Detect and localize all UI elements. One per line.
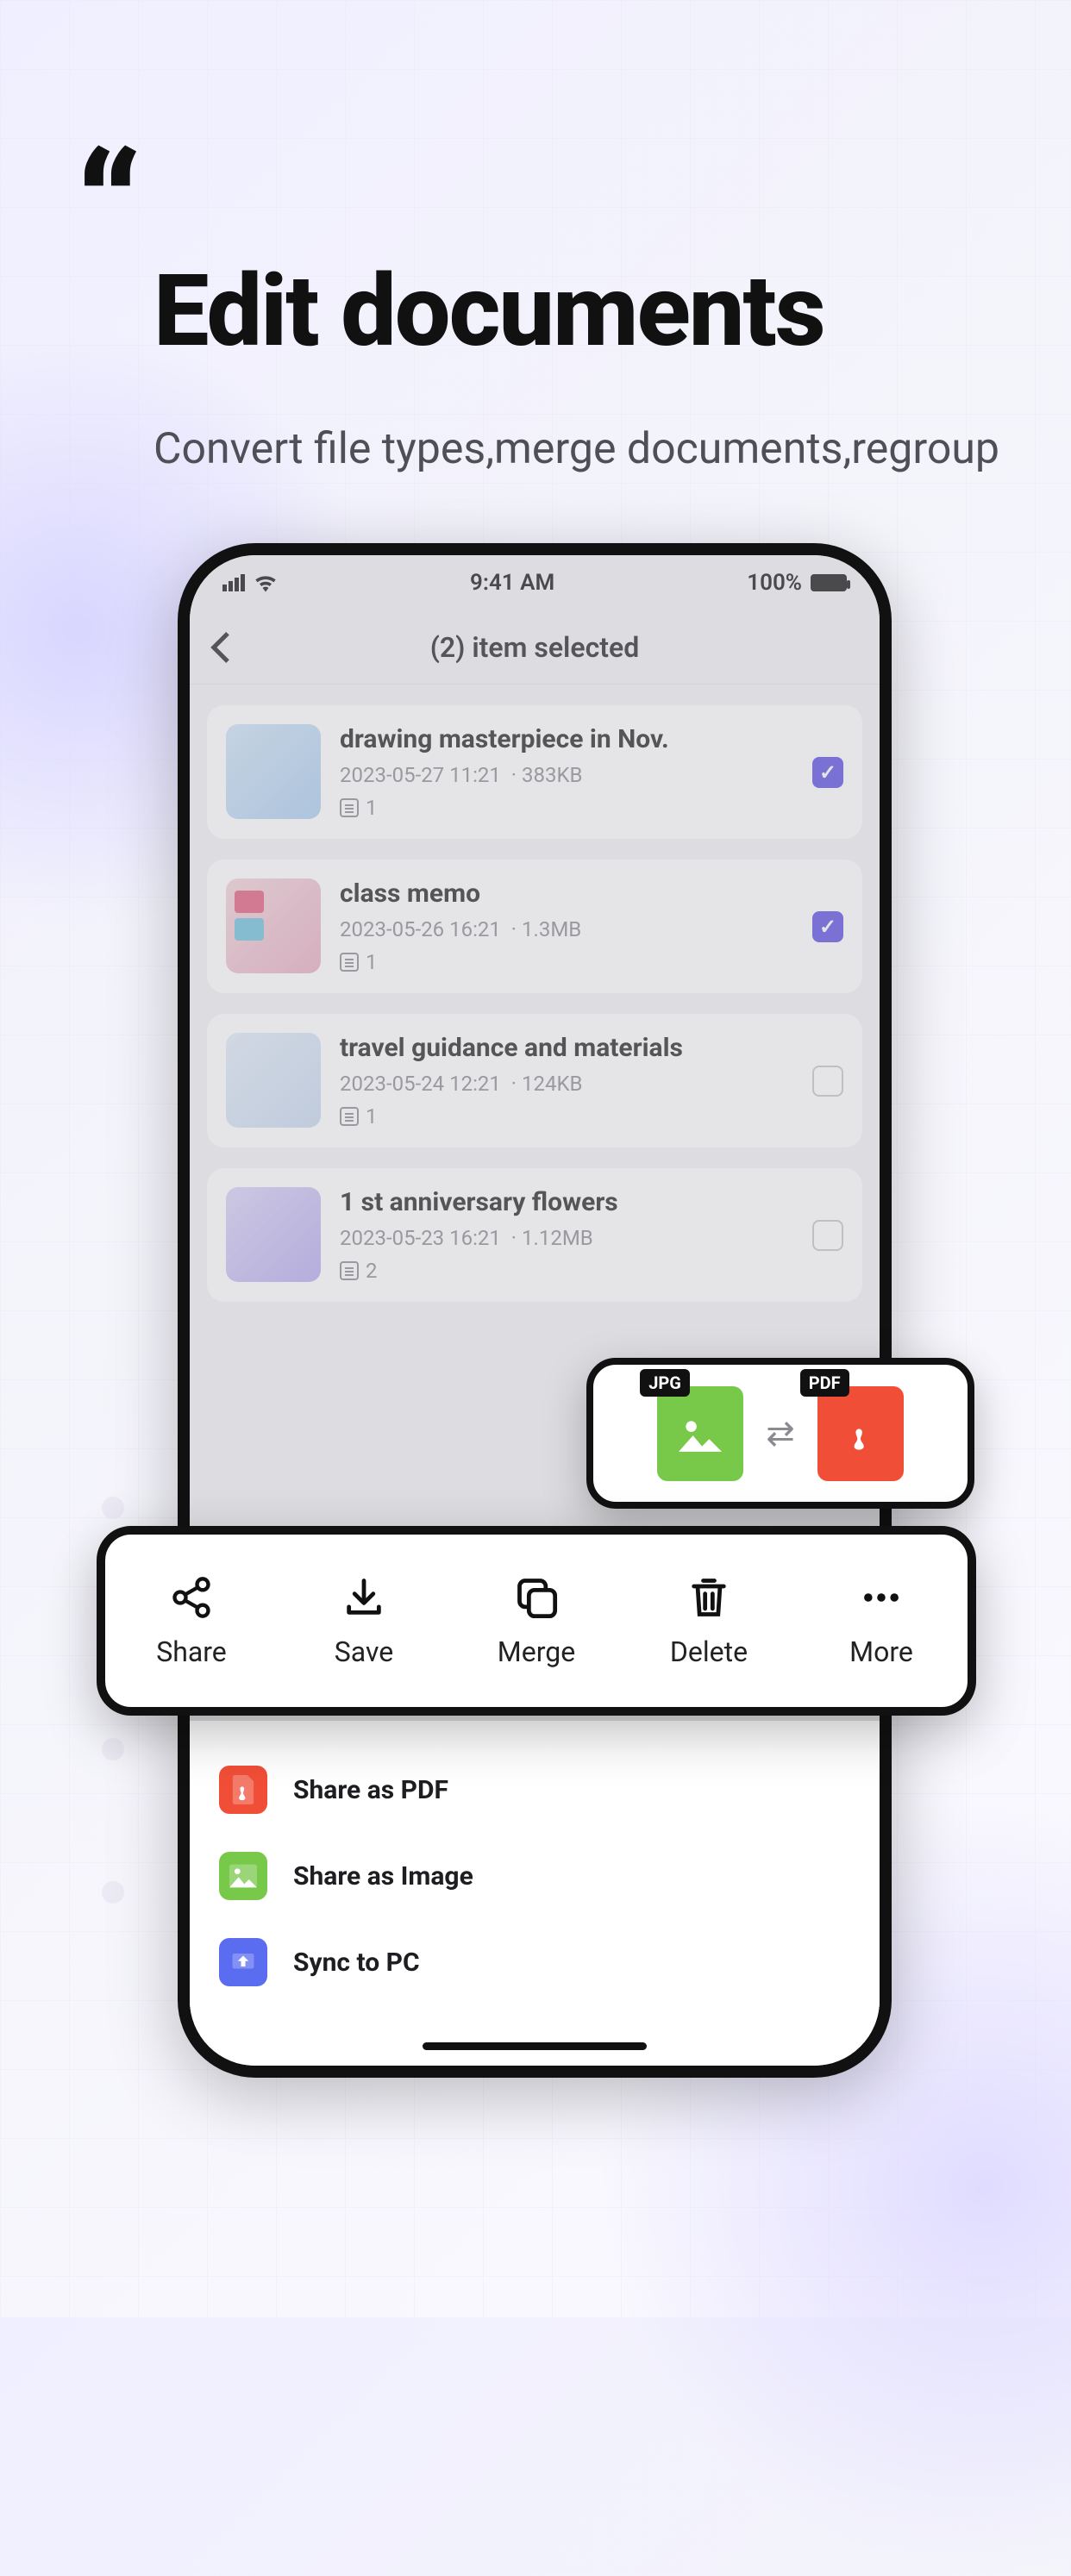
file-badge: JPG <box>640 1369 690 1397</box>
nav-title: (2) item selected <box>190 631 880 664</box>
phone-frame: 9:41 AM 100% (2) item selected drawing m… <box>178 543 892 2078</box>
share-as-image-item[interactable]: Share as Image <box>219 1833 850 1919</box>
download-icon <box>340 1573 388 1622</box>
document-title: class memo <box>340 878 793 909</box>
pdf-file-icon: PDF <box>817 1386 904 1481</box>
document-pages: 1 <box>340 1104 793 1129</box>
share-icon <box>167 1573 216 1622</box>
document-title: drawing masterpiece in Nov. <box>340 724 793 754</box>
page-icon <box>340 798 359 817</box>
share-as-pdf-item[interactable]: Share as PDF <box>219 1747 850 1833</box>
tool-label: More <box>849 1635 913 1668</box>
document-pages: 1 <box>340 796 793 820</box>
more-icon <box>857 1573 905 1622</box>
tool-label: Save <box>335 1635 393 1668</box>
sheet-item-label: Sync to PC <box>293 1948 420 1978</box>
document-checkbox[interactable] <box>812 911 843 942</box>
document-meta: 2023-05-26 16:21 · 1.3MB <box>340 917 793 941</box>
document-card[interactable]: 1 st anniversary flowers 2023-05-23 16:2… <box>207 1168 862 1302</box>
share-button[interactable]: Share <box>118 1573 265 1668</box>
status-time: 9:41 AM <box>470 570 554 596</box>
share-sheet: Share as PDF Share as Image Sync to PC <box>190 1721 880 2066</box>
jpg-file-icon: JPG <box>657 1386 743 1481</box>
document-title: travel guidance and materials <box>340 1033 793 1063</box>
sheet-item-label: Share as PDF <box>293 1775 448 1805</box>
quote-mark-icon: “ <box>76 181 1019 243</box>
image-file-icon <box>219 1852 267 1900</box>
page-indicator-dot <box>102 1497 124 1519</box>
page-indicator-dot <box>102 1738 124 1760</box>
trash-icon <box>685 1573 733 1622</box>
tool-label: Share <box>156 1635 227 1668</box>
document-thumbnail <box>226 878 321 973</box>
page-icon <box>340 953 359 972</box>
hero-title: Edit documents <box>153 253 1019 370</box>
file-badge: PDF <box>800 1369 849 1397</box>
merge-icon <box>512 1573 561 1622</box>
page-icon <box>340 1107 359 1126</box>
document-card[interactable]: drawing masterpiece in Nov. 2023-05-27 1… <box>207 705 862 839</box>
swap-arrows-icon: ⇄ <box>766 1413 795 1454</box>
sync-to-pc-item[interactable]: Sync to PC <box>219 1919 850 2005</box>
battery-percent: 100% <box>747 570 802 596</box>
document-checkbox[interactable] <box>812 1066 843 1097</box>
tool-label: Delete <box>670 1635 748 1668</box>
page-indicator-dot <box>102 1881 124 1904</box>
document-checkbox[interactable] <box>812 757 843 788</box>
more-button[interactable]: More <box>808 1573 955 1668</box>
battery-icon <box>811 574 847 591</box>
wifi-icon <box>254 573 278 592</box>
document-meta: 2023-05-27 11:21 · 383KB <box>340 763 793 787</box>
document-card[interactable]: travel guidance and materials 2023-05-24… <box>207 1014 862 1147</box>
signal-icon <box>222 574 245 591</box>
document-checkbox[interactable] <box>812 1220 843 1251</box>
status-bar: 9:41 AM 100% <box>190 555 880 610</box>
document-title: 1 st anniversary flowers <box>340 1187 793 1217</box>
tool-label: Merge <box>498 1635 575 1668</box>
document-card[interactable]: class memo 2023-05-26 16:21 · 1.3MB 1 <box>207 860 862 993</box>
merge-button[interactable]: Merge <box>463 1573 610 1668</box>
document-thumbnail <box>226 1033 321 1128</box>
document-thumbnail <box>226 724 321 819</box>
nav-header: (2) item selected <box>190 610 880 685</box>
convert-card: JPG ⇄ PDF <box>586 1358 974 1509</box>
home-indicator <box>423 2042 647 2050</box>
sheet-item-label: Share as Image <box>293 1861 473 1891</box>
hero-subtitle: Convert file types,merge documents,regro… <box>153 422 1019 478</box>
pdf-file-icon <box>219 1766 267 1814</box>
document-meta: 2023-05-24 12:21 · 124KB <box>340 1072 793 1096</box>
document-pages: 2 <box>340 1259 793 1283</box>
hero-section: “ Edit documents Convert file types,merg… <box>76 181 1019 478</box>
delete-button[interactable]: Delete <box>636 1573 782 1668</box>
action-toolbar: Share Save Merge Delete More <box>97 1526 976 1716</box>
save-button[interactable]: Save <box>291 1573 437 1668</box>
sync-icon <box>219 1938 267 1986</box>
document-thumbnail <box>226 1187 321 1282</box>
document-pages: 1 <box>340 950 793 974</box>
document-meta: 2023-05-23 16:21 · 1.12MB <box>340 1226 793 1250</box>
page-icon <box>340 1261 359 1280</box>
